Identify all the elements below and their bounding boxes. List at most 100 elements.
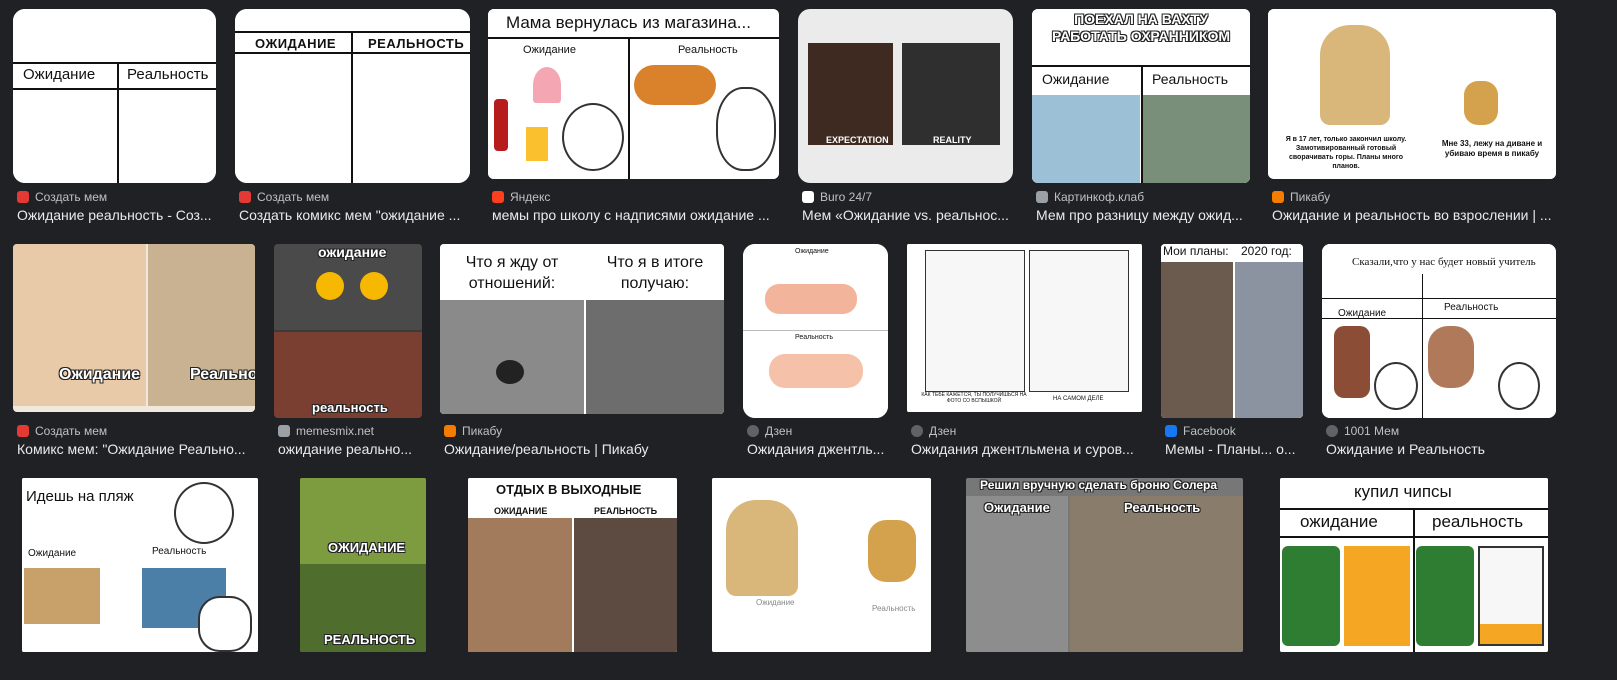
happy-face-image [562,103,624,171]
result-title[interactable]: Создать комикс мем "ожидание ... [239,207,471,223]
result-card[interactable]: ОЖИДАНИЕ РЕАЛЬНОСТЬ Создать мем Создать … [235,9,470,234]
result-card[interactable]: Ожидание Реальность [712,478,931,652]
result-thumbnail[interactable]: Что я жду от отношений: Что я в итоге по… [440,244,724,414]
result-thumbnail[interactable]: купил чипсы ожидание реальность [1280,478,1548,652]
meme-caption: ОТДЫХ В ВЫХОДНЫЕ [496,482,642,497]
result-source[interactable]: Создать мем [239,190,329,204]
result-title[interactable]: Ожидание реальность - Соз... [17,207,217,223]
result-thumbnail[interactable]: EXPECTATION REALITY [798,9,1013,183]
meme-caption: Сказали,что у нас будет новый учитель [1352,256,1536,268]
result-card[interactable]: Ожидание Реальность Создать мем Ожидание… [13,9,216,234]
result-card[interactable]: ОЖИДАНИЕ РЕАЛЬНОСТЬ [300,478,426,652]
result-thumbnail[interactable]: ОЖИДАНИЕ РЕАЛЬНОСТЬ [300,478,426,652]
sad-face-image [716,87,776,171]
chips-bag-image [1282,546,1340,646]
result-source[interactable]: Дзен [911,424,956,438]
meme-label-right: РЕАЛЬНОСТЬ [368,36,465,51]
result-source[interactable]: Создать мем [17,190,107,204]
result-thumbnail[interactable]: ОЖИДАНИЕ РЕАЛЬНОСТЬ [235,9,470,183]
result-thumbnail[interactable]: Ожидание Реальнос [13,244,255,412]
meme-label-right: НА САМОМ ДЕЛЕ [1053,396,1104,402]
result-title[interactable]: мемы про школу с надписями ожидание ... [492,207,782,223]
result-source[interactable]: Пикабу [444,424,502,438]
angry-cat-photo [586,300,724,414]
source-favicon-icon [492,191,504,203]
result-source[interactable]: Картинкоф.клаб [1036,190,1144,204]
result-title[interactable]: Ожидание и реальность во взрослении | ..… [1272,207,1557,223]
meme-label-left: ожидание [1300,512,1378,531]
result-card[interactable]: ОТДЫХ В ВЫХОДНЫЕ ОЖИДАНИЕ РЕАЛЬНОСТЬ [468,478,677,652]
result-thumbnail[interactable]: ожидание реальность [274,244,422,418]
result-title[interactable]: Ожидания джентль... [747,441,890,457]
cola-bottle-image [494,99,508,151]
meme-caption: купил чипсы [1354,482,1452,501]
result-title[interactable]: Комикс мем: "Ожидание Реально... [17,441,257,457]
result-thumbnail[interactable]: Ожидание Реальность [712,478,931,652]
result-card[interactable]: КАК ТЕБЕ КАЖЕТСЯ, ТЫ ПОЛУЧИШЬСЯ НА ФОТО … [907,244,1142,464]
result-title[interactable]: Ожидание и Реальность [1326,441,1558,457]
meme-label-left: Ожидание [59,366,141,383]
gentleman-left-drawing [925,250,1025,392]
result-card[interactable]: ожидание реальность memesmix.net ожидани… [274,244,422,464]
result-card[interactable]: Сказали,что у нас будет новый учитель Ож… [1322,244,1556,464]
meme-label-right: Реальность [678,44,738,56]
result-card[interactable]: Мои планы: 2020 год: Facebook Мемы - Пла… [1161,244,1303,464]
few-chips-image [1480,624,1542,644]
result-card[interactable]: Я в 17 лет, только закончил школу. Замот… [1268,9,1556,234]
bucket-armor-photo [1070,496,1243,652]
result-card[interactable]: купил чипсы ожидание реальность [1280,478,1548,652]
result-title[interactable]: ожидание реально... [278,441,424,457]
result-thumbnail[interactable]: ОТДЫХ В ВЫХОДНЫЕ ОЖИДАНИЕ РЕАЛЬНОСТЬ [468,478,677,652]
meme-caption: ПОЕХАЛ НА ВАХТУ РАБОТАТЬ ОХРАННИКОМ [1051,11,1231,44]
cheems-image [1464,81,1498,125]
result-source[interactable]: memesmix.net [278,424,374,438]
meme-label-left: Ожидание [756,598,795,607]
result-card[interactable]: Идешь на пляж Ожидание Реальность [22,478,258,652]
result-source[interactable]: Яндекс [492,190,550,204]
result-thumbnail[interactable]: Я в 17 лет, только закончил школу. Замот… [1268,9,1556,179]
meme-caption: Мама вернулась из магазина... [506,13,751,32]
result-source[interactable]: Создать мем [17,424,107,438]
result-card[interactable]: Что я жду от отношений: Что я в итоге по… [440,244,724,464]
result-card[interactable]: Решил вручную сделать броню Солера Ожида… [966,478,1243,652]
result-title[interactable]: Мем «Ожидание vs. реальнос... [802,207,1014,223]
result-card[interactable]: EXPECTATION REALITY Buro 24/7 Мем «Ожида… [798,9,1013,234]
source-favicon-icon [1326,425,1338,437]
result-card[interactable]: Мама вернулась из магазина... Ожидание Р… [488,9,779,234]
meme-label-right: Реальнос [190,366,255,383]
result-thumbnail[interactable]: Ожидание Реальность [13,9,216,183]
result-source[interactable]: Buro 24/7 [802,190,872,204]
chips-pile-image [1344,546,1410,646]
result-thumbnail[interactable]: КАК ТЕБЕ КАЖЕТСЯ, ТЫ ПОЛУЧИШЬСЯ НА ФОТО … [907,244,1142,412]
result-source[interactable]: Пикабу [1272,190,1330,204]
expectation-photo [808,43,893,145]
result-card[interactable]: ПОЕХАЛ НА ВАХТУ РАБОТАТЬ ОХРАННИКОМ Ожид… [1032,9,1250,234]
meme-label-left: Мои планы: [1163,244,1229,258]
result-thumbnail[interactable]: Идешь на пляж Ожидание Реальность [22,478,258,652]
result-title[interactable]: Мемы - Планы... о... [1165,441,1305,457]
result-thumbnail[interactable]: Мама вернулась из магазина... Ожидание Р… [488,9,779,179]
result-source[interactable]: 1001 Мем [1326,424,1399,438]
source-favicon-icon [802,191,814,203]
result-title[interactable]: Ожидания джентльмена и суров... [911,441,1144,457]
result-title[interactable]: Ожидание/реальность | Пикабу [444,441,726,457]
result-source[interactable]: Facebook [1165,424,1236,438]
result-thumbnail[interactable]: Ожидание Реальность [743,244,888,418]
result-thumbnail[interactable]: ПОЕХАЛ НА ВАХТУ РАБОТАТЬ ОХРАННИКОМ Ожид… [1032,9,1250,183]
result-thumbnail[interactable]: Мои планы: 2020 год: [1161,244,1303,418]
result-thumbnail[interactable]: Сказали,что у нас будет новый учитель Ож… [1322,244,1556,418]
happy-face-image [1374,362,1418,410]
washing-machine-photo [574,518,677,652]
result-source[interactable]: Дзен [747,424,792,438]
meme-label-right: Реальность [152,546,207,557]
sad-face-image [1498,362,1540,410]
meme-label-bottom: РЕАЛЬНОСТЬ [324,632,416,647]
meme-label-top: ожидание [318,244,387,260]
result-thumbnail[interactable]: Решил вручную сделать броню Солера Ожида… [966,478,1243,652]
result-card[interactable]: Ожидание Реальность Дзен Ожидания джентл… [743,244,888,464]
heart-cat-photo [440,300,584,414]
result-title[interactable]: Мем про разницу между ожид... [1036,207,1251,223]
result-card[interactable]: Ожидание Реальнос Создать мем Комикс мем… [13,244,255,464]
meme-label-left: Ожидание [984,500,1050,515]
source-favicon-icon [444,425,456,437]
